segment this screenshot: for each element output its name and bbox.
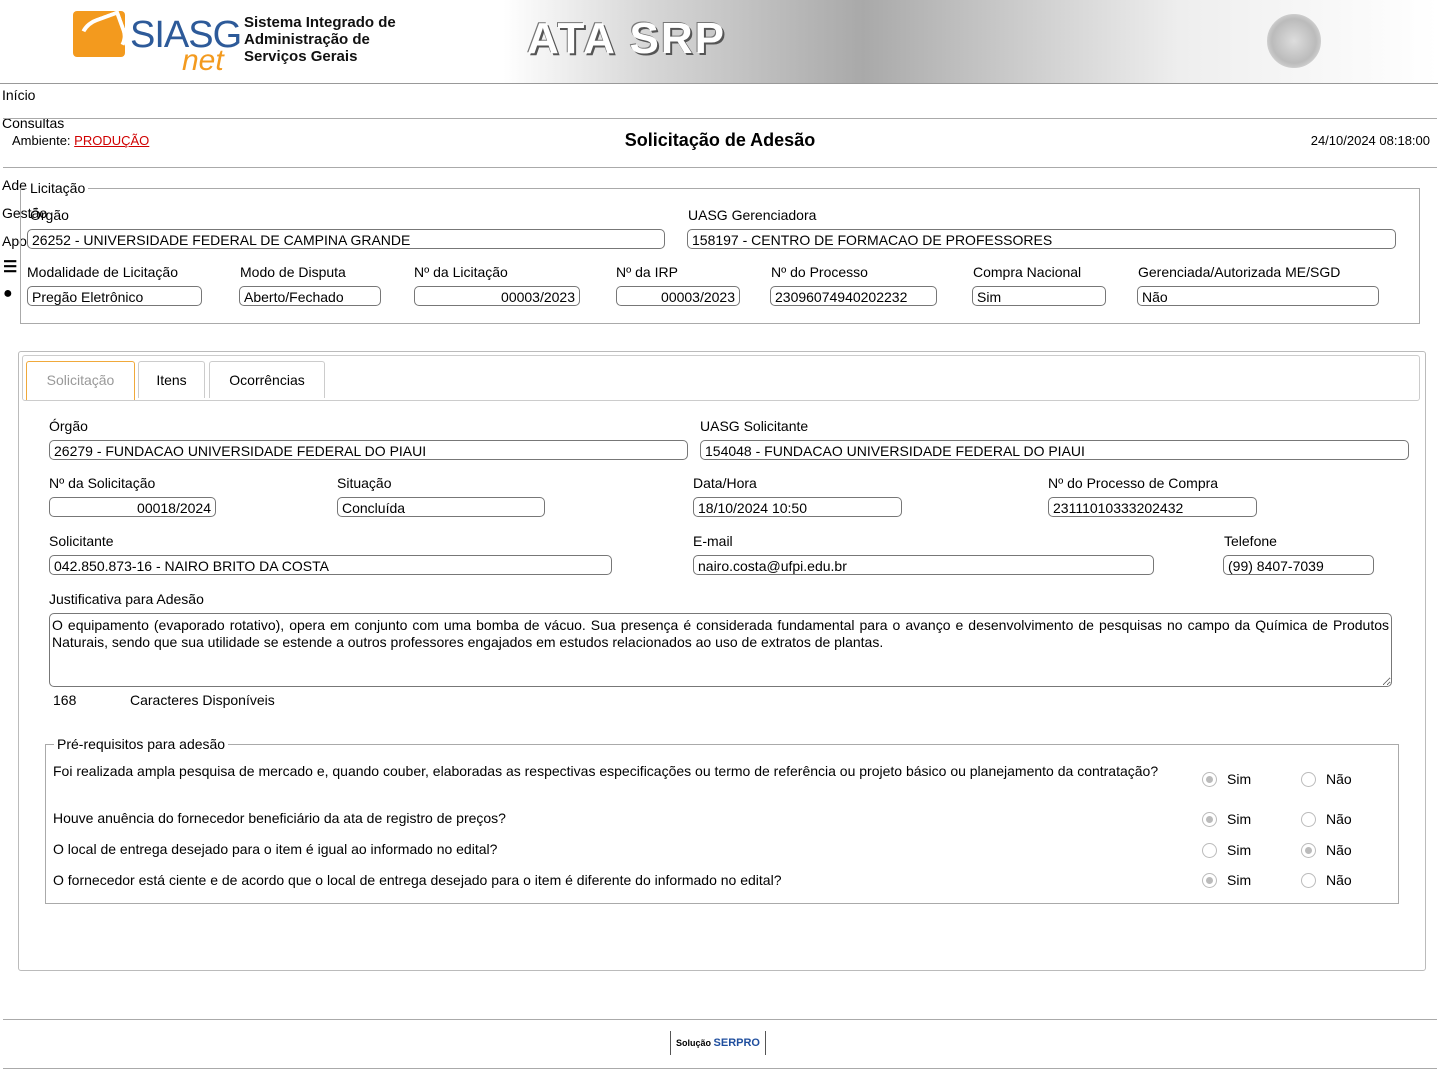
page-title: Solicitação de Adesão	[624, 130, 816, 150]
uasg-gerenciadora-label: UASG Gerenciadora	[688, 207, 817, 223]
coat-of-arms-icon	[1267, 14, 1321, 68]
email-label: E-mail	[693, 533, 733, 549]
uasg-solicitante-field[interactable]: 154048 - FUNDACAO UNIVERSIDADE FEDERAL D…	[700, 440, 1409, 460]
modo-disputa-label: Modo de Disputa	[240, 264, 346, 280]
prereq-question-1: Foi realizada ampla pesquisa de mercado …	[53, 763, 1159, 779]
prereq-4-yes-radio[interactable]	[1202, 873, 1217, 888]
user-icon[interactable]: ●	[3, 285, 13, 303]
prereq-4-no-label: Não	[1326, 872, 1352, 888]
prereq-3-no-radio[interactable]	[1301, 843, 1316, 858]
prereq-2-no-radio[interactable]	[1301, 812, 1316, 827]
chars-label: Caracteres Disponíveis	[130, 692, 275, 708]
chars-count: 168	[53, 692, 77, 708]
solicitante-label: Solicitante	[49, 533, 114, 549]
prereq-2-yes-radio[interactable]	[1202, 812, 1217, 827]
banner-title: ATA SRP	[527, 14, 726, 63]
situacao-label: Situação	[337, 475, 392, 491]
num-licitacao-label: Nº da Licitação	[414, 264, 508, 280]
prereq-1-yes-label: Sim	[1227, 771, 1252, 787]
prereq-3-yes-radio[interactable]	[1202, 843, 1217, 858]
info-bar: Ambiente: PRODUÇÃO Solicitação de Adesão…	[3, 118, 1437, 168]
menu-item-inicio[interactable]: Início	[2, 87, 35, 103]
licitacao-legend: Licitação	[27, 180, 89, 196]
prereq-2-no-label: Não	[1326, 811, 1352, 827]
situacao-field[interactable]: Concluída	[337, 497, 545, 517]
siasg-logo-icon	[73, 10, 133, 66]
num-solicitacao-label: Nº da Solicitação	[49, 475, 156, 491]
uasg-gerenciadora-field[interactable]: 158197 - CENTRO DE FORMACAO DE PROFESSOR…	[687, 229, 1396, 249]
compra-nacional-field[interactable]: Sim	[972, 286, 1106, 306]
prereq-1-no-radio[interactable]	[1301, 772, 1316, 787]
gerenciada-label: Gerenciada/Autorizada ME/SGD	[1138, 264, 1341, 280]
prereq-question-2: Houve anuência do fornecedor beneficiári…	[53, 810, 506, 826]
prereq-legend: Pré-requisitos para adesão	[54, 736, 229, 752]
justificativa-textarea[interactable]	[49, 613, 1392, 687]
prereq-3-yes-label: Sim	[1227, 842, 1252, 858]
tab-ocorrencias[interactable]: Ocorrências	[209, 361, 325, 398]
sol-orgao-field[interactable]: 26279 - FUNDACAO UNIVERSIDADE FEDERAL DO…	[49, 440, 688, 460]
justificativa-label: Justificativa para Adesão	[49, 591, 204, 607]
telefone-label: Telefone	[1224, 533, 1277, 549]
logo-sub: net	[182, 44, 224, 77]
modalidade-field[interactable]: Pregão Eletrônico	[27, 286, 202, 306]
serpro-logo: Solução SERPRO	[670, 1031, 766, 1055]
orgao-field[interactable]: 26252 - UNIVERSIDADE FEDERAL DE CAMPINA …	[27, 229, 665, 249]
processo-compra-field[interactable]: 23111010333202432	[1048, 497, 1257, 517]
solicitante-field[interactable]: 042.850.873-16 - NAIRO BRITO DA COSTA	[49, 555, 612, 575]
num-irp-field[interactable]: 00003/2023	[616, 286, 740, 306]
modalidade-label: Modalidade de Licitação	[27, 264, 178, 280]
header-banner: SIASG net Sistema Integrado de Administr…	[0, 0, 1438, 84]
tab-solicitacao[interactable]: Solicitação	[26, 361, 135, 400]
uasg-solicitante-label: UASG Solicitante	[700, 418, 809, 434]
datahora-field[interactable]: 18/10/2024 10:50	[693, 497, 902, 517]
compra-nacional-label: Compra Nacional	[973, 264, 1082, 280]
footer-prefix: Solução	[676, 1038, 712, 1048]
prereq-1-no-label: Não	[1326, 771, 1352, 787]
sol-orgao-label: Órgão	[49, 418, 88, 434]
telefone-field[interactable]: (99) 8407-7039	[1223, 555, 1374, 575]
prereq-2-yes-label: Sim	[1227, 811, 1252, 827]
num-solicitacao-field[interactable]: 00018/2024	[49, 497, 216, 517]
prereq-4-yes-label: Sim	[1227, 872, 1252, 888]
num-processo-label: Nº do Processo	[771, 264, 868, 280]
prereq-1-yes-radio[interactable]	[1202, 772, 1217, 787]
num-processo-field[interactable]: 23096074940202232	[770, 286, 937, 306]
footer-brand: SERPRO	[713, 1037, 760, 1049]
tab-itens[interactable]: Itens	[138, 361, 205, 398]
current-datetime: 24/10/2024 08:18:00	[1310, 133, 1430, 148]
num-irp-label: Nº da IRP	[616, 264, 678, 280]
prereq-question-4: O fornecedor está ciente e de acordo que…	[53, 872, 782, 888]
orgao-label: Órgão	[30, 207, 69, 223]
modo-disputa-field[interactable]: Aberto/Fechado	[239, 286, 381, 306]
email-field[interactable]: nairo.costa@ufpi.edu.br	[693, 555, 1154, 575]
system-name: Sistema Integrado de Administração de Se…	[244, 14, 396, 65]
prereq-question-3: O local de entrega desejado para o item …	[53, 841, 498, 857]
num-licitacao-field[interactable]: 00003/2023	[414, 286, 580, 306]
datahora-label: Data/Hora	[693, 475, 757, 491]
menu-icon[interactable]: ☰	[3, 257, 17, 277]
prereq-3-no-label: Não	[1326, 842, 1352, 858]
processo-compra-label: Nº do Processo de Compra	[1048, 475, 1219, 491]
gerenciada-field[interactable]: Não	[1137, 286, 1379, 306]
prereq-4-no-radio[interactable]	[1301, 873, 1316, 888]
